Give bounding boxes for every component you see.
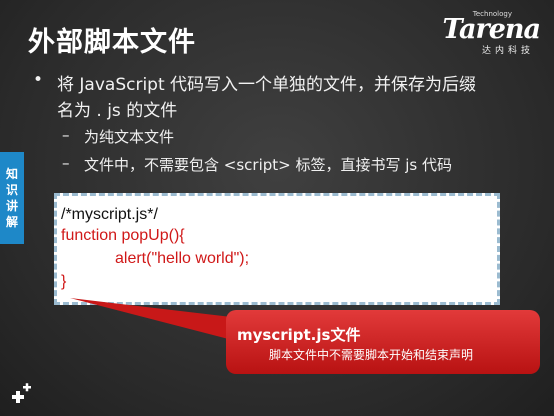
dash-icon: – (62, 154, 70, 172)
sub-bullet-text: 文件中，不需要包含 <script> 标签，直接书写 js 代码 (84, 156, 452, 174)
callout-title: myscript.js文件 (237, 326, 361, 344)
slide-title: 外部脚本文件 (28, 27, 196, 58)
bullet-text: 将 JavaScript 代码写入一个单独的文件，并保存为后缀 (57, 75, 477, 95)
code-function-declaration: function popUp(){ (61, 227, 185, 244)
plus-icon (4, 382, 34, 412)
side-tab-char: 讲 (5, 199, 18, 213)
code-closing-brace: } (61, 273, 67, 290)
sub-bullet-text: 为纯文本文件 (84, 128, 175, 146)
side-tab-char: 解 (5, 215, 18, 229)
side-tab-knowledge[interactable]: 知 识 讲 解 (0, 152, 24, 244)
callout-box: myscript.js文件 脚本文件中不需要脚本开始和结束声明 (226, 310, 540, 374)
code-box: /*myscript.js*/ function popUp(){ alert(… (54, 193, 500, 305)
code-alert-call: alert("hello world"); (115, 250, 250, 267)
logo-brand: Tarena (442, 14, 541, 45)
side-tab-char: 知 (5, 167, 18, 181)
side-tab-char: 识 (5, 183, 18, 197)
bullet-dot-icon: • (33, 70, 44, 90)
tarena-logo: Technology Tarena 达内科技 (442, 8, 541, 56)
slide: 外部脚本文件 Technology Tarena 达内科技 • 将 JavaSc… (0, 0, 554, 416)
logo-chinese: 达内科技 (481, 46, 534, 56)
callout-description: 脚本文件中不需要脚本开始和结束声明 (269, 348, 474, 362)
dash-icon: – (62, 126, 70, 144)
bullet-text-continued: 名为 . js 的文件 (57, 101, 178, 121)
code-comment: /*myscript.js*/ (61, 206, 158, 223)
